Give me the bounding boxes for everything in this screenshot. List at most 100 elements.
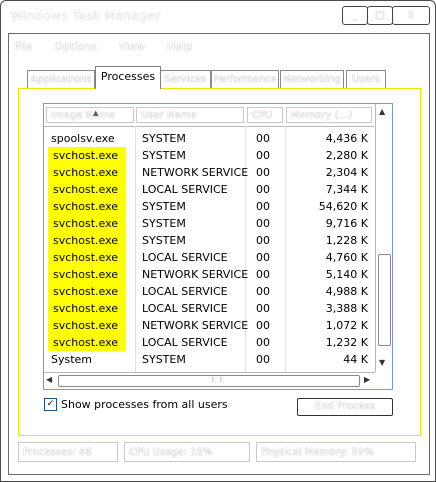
process-name-cell: svchost.exe (48, 164, 126, 181)
user-name-cell: LOCAL SERVICE (142, 285, 228, 298)
process-name-cell: System (51, 353, 93, 366)
menu-help[interactable]: Help (161, 40, 198, 58)
user-name-cell: LOCAL SERVICE (142, 183, 228, 196)
vertical-scroll-thumb[interactable] (378, 254, 391, 346)
scroll-up-arrow-icon[interactable]: ▲ (379, 107, 385, 116)
memory-cell: 4,988 K (325, 285, 368, 298)
tab-processes[interactable]: Processes (95, 66, 161, 89)
user-name-cell: LOCAL SERVICE (142, 302, 228, 315)
tab-strip: Applications Processes Services Performa… (18, 66, 418, 89)
tab-services[interactable]: Services (159, 70, 211, 88)
table-row[interactable]: System SYSTEM 00 44 K (44, 351, 374, 368)
memory-cell: 7,344 K (325, 183, 368, 196)
menu-bar: File Options View Help (8, 40, 198, 58)
cpu-cell: 00 (256, 319, 270, 332)
status-bar: Processes: 48 CPU Usage: 15% Physical Me… (18, 442, 418, 464)
cpu-cell: 00 (256, 285, 270, 298)
memory-cell: 5,140 K (325, 268, 368, 281)
vertical-scrollbar[interactable]: ▲ ▼ (375, 104, 392, 372)
cpu-cell: 00 (256, 183, 270, 196)
list-header: ▲ Image Name User Name CPU Memory (...) (44, 104, 374, 127)
column-header-image-name[interactable]: ▲ Image Name (46, 107, 134, 123)
table-row[interactable]: svchost.exe NETWORK SERVICE 00 5,140 K (44, 266, 374, 283)
process-name-cell: svchost.exe (48, 232, 126, 249)
user-name-cell: NETWORK SERVICE (142, 166, 249, 179)
window-title: Windows Task Manager (11, 9, 161, 23)
process-name-cell: svchost.exe (48, 283, 126, 300)
cpu-cell: 00 (256, 302, 270, 315)
scroll-grip-icon: ⋮⋮ (209, 374, 225, 383)
status-physical-memory: Physical Memory: 59% (256, 442, 416, 462)
memory-cell: 3,388 K (325, 302, 368, 315)
title-bar[interactable]: Windows Task Manager _ □ X (1, 1, 435, 31)
table-row[interactable]: svchost.exe SYSTEM 00 1,228 K (44, 232, 374, 249)
memory-cell: 54,620 K (318, 200, 368, 213)
tab-users[interactable]: Users (346, 70, 386, 88)
close-button[interactable]: X (392, 6, 430, 25)
table-row[interactable]: svchost.exe NETWORK SERVICE 00 1,072 K (44, 317, 374, 334)
maximize-button[interactable]: □ (367, 6, 393, 25)
process-name-cell: svchost.exe (48, 198, 126, 215)
scroll-right-arrow-icon[interactable]: ▶ (364, 375, 370, 384)
user-name-cell: SYSTEM (142, 149, 186, 162)
show-all-label[interactable]: Show processes from all users (61, 398, 228, 411)
table-row[interactable]: svchost.exe SYSTEM 00 54,620 K (44, 198, 374, 215)
end-process-button[interactable]: End Process (297, 398, 393, 416)
process-name-cell: svchost.exe (48, 181, 126, 198)
process-name-cell: svchost.exe (48, 249, 126, 266)
horizontal-scroll-thumb[interactable]: ⋮⋮ (58, 374, 360, 387)
cpu-cell: 00 (256, 251, 270, 264)
cpu-cell: 00 (256, 200, 270, 213)
table-row[interactable]: svchost.exe SYSTEM 00 2,280 K (44, 147, 374, 164)
user-name-cell: SYSTEM (142, 353, 186, 366)
tab-performance[interactable]: Performance (211, 70, 279, 88)
column-header-cpu[interactable]: CPU (247, 107, 283, 123)
table-row[interactable]: svchost.exe LOCAL SERVICE 00 7,344 K (44, 181, 374, 198)
tab-applications[interactable]: Applications (27, 70, 95, 88)
horizontal-scrollbar[interactable]: ◀ ⋮⋮ ▶ (44, 372, 375, 389)
column-header-memory[interactable]: Memory (...) (286, 107, 372, 123)
show-all-checkbox[interactable]: ✓ (44, 398, 57, 411)
table-row[interactable]: spoolsv.exe SYSTEM 00 4,436 K (44, 130, 374, 147)
user-name-cell: LOCAL SERVICE (142, 336, 228, 349)
cpu-cell: 00 (256, 353, 270, 366)
table-row[interactable]: svchost.exe NETWORK SERVICE 00 2,304 K (44, 164, 374, 181)
memory-cell: 4,760 K (325, 251, 368, 264)
table-row[interactable]: svchost.exe LOCAL SERVICE 00 4,988 K (44, 283, 374, 300)
cpu-cell: 00 (256, 268, 270, 281)
process-name-cell: svchost.exe (48, 334, 126, 351)
scroll-left-arrow-icon[interactable]: ◀ (46, 375, 52, 384)
status-cpu-usage: CPU Usage: 15% (124, 442, 250, 462)
user-name-cell: SYSTEM (142, 234, 186, 247)
table-row[interactable]: svchost.exe LOCAL SERVICE 00 4,760 K (44, 249, 374, 266)
process-name-cell: svchost.exe (48, 317, 126, 334)
column-header-user-name[interactable]: User Name (136, 107, 244, 123)
user-name-cell: SYSTEM (142, 217, 186, 230)
menu-view[interactable]: View (113, 40, 151, 58)
cpu-cell: 00 (256, 166, 270, 179)
tab-networking[interactable]: Networking (280, 70, 344, 88)
memory-cell: 44 K (343, 353, 368, 366)
table-row[interactable]: svchost.exe SYSTEM 00 9,716 K (44, 215, 374, 232)
memory-cell: 1,228 K (325, 234, 368, 247)
show-all-processes[interactable]: ✓ Show processes from all users (44, 398, 228, 411)
scroll-down-arrow-icon[interactable]: ▼ (379, 358, 385, 367)
memory-cell: 1,072 K (325, 319, 368, 332)
process-name-cell: spoolsv.exe (51, 132, 115, 145)
process-list[interactable]: ▲ Image Name User Name CPU Memory (...) … (43, 103, 393, 390)
user-name-cell: SYSTEM (142, 200, 186, 213)
process-name-cell: svchost.exe (48, 300, 126, 317)
menu-file[interactable]: File (8, 40, 38, 58)
user-name-cell: NETWORK SERVICE (142, 319, 249, 332)
cpu-cell: 00 (256, 132, 270, 145)
table-row[interactable]: svchost.exe LOCAL SERVICE 00 1,232 K (44, 334, 374, 351)
cpu-cell: 00 (256, 336, 270, 349)
memory-cell: 2,304 K (325, 166, 368, 179)
memory-cell: 2,280 K (325, 149, 368, 162)
cpu-cell: 00 (256, 217, 270, 230)
user-name-cell: NETWORK SERVICE (142, 268, 249, 281)
menu-options[interactable]: Options (48, 40, 102, 58)
table-row[interactable]: svchost.exe LOCAL SERVICE 00 3,388 K (44, 300, 374, 317)
minimize-button[interactable]: _ (342, 6, 368, 25)
sort-ascending-icon: ▲ (93, 109, 99, 117)
